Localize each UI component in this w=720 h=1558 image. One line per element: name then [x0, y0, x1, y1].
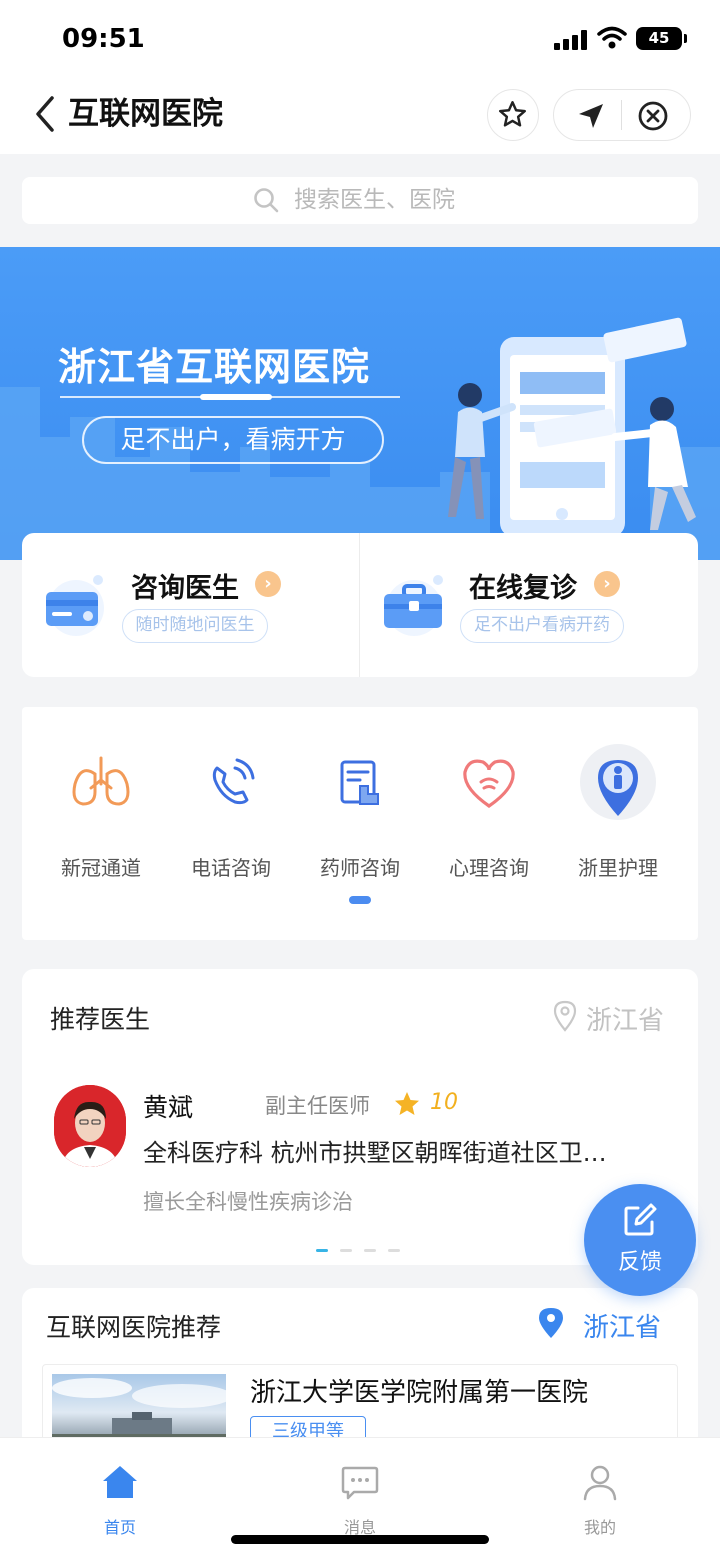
nurse-location-icon: [580, 744, 656, 820]
doctor-score: 10: [430, 1090, 458, 1115]
close-circle-icon[interactable]: [637, 100, 669, 132]
home-icon: [103, 1466, 137, 1498]
quick-entry-label: 浙里护理: [578, 856, 658, 880]
lungs-icon: [72, 756, 130, 806]
tab-messages[interactable]: 消息: [300, 1462, 420, 1538]
carousel-dots: [316, 1237, 412, 1256]
hospital-name: 浙江大学医学院附属第一医院: [250, 1378, 589, 1408]
doctor-name: 黄斌: [143, 1093, 194, 1122]
home-indicator: [231, 1535, 489, 1544]
capsule-divider: [621, 100, 622, 130]
search-placeholder: 搜索医生、医院: [294, 187, 455, 213]
hospital-recommend-heading: 互联网医院推荐: [46, 1313, 222, 1342]
recommend-doctor-location[interactable]: 浙江省: [586, 1000, 664, 1037]
favorite-button[interactable]: [487, 89, 539, 141]
feedback-button[interactable]: [584, 1184, 696, 1296]
star-icon: [395, 1092, 419, 1115]
tab-label: 我的: [583, 1518, 616, 1537]
online-revisit-subtitle: 足不出户看病开药: [460, 609, 624, 643]
edit-icon: [624, 1203, 657, 1236]
tab-profile[interactable]: 我的: [540, 1462, 660, 1538]
consult-doctor-title: 咨询医生: [131, 573, 239, 604]
pharmacist-icon: [340, 760, 379, 805]
banner-title: 浙江省互联网医院: [58, 345, 371, 389]
feedback-label: 反馈: [617, 1250, 662, 1275]
quick-entry-label: 新冠通道: [61, 856, 141, 880]
location-arrow-icon[interactable]: [575, 100, 607, 132]
pager-indicator: [349, 896, 371, 904]
doctor-specialty: 擅长全科慢性疾病诊治: [143, 1190, 353, 1214]
star-outline-icon: [499, 101, 526, 127]
banner-slogan: 足不出户，看病开方: [82, 416, 384, 464]
tab-home[interactable]: 首页: [60, 1462, 180, 1538]
consult-doctor-subtitle: 随时随地问医生: [122, 609, 268, 643]
doctor-department: 全科医疗科 杭州市拱墅区朝晖街道社区卫…: [143, 1139, 607, 1167]
quick-entry-label: 电话咨询: [191, 856, 271, 880]
battery-indicator: 45: [636, 27, 687, 50]
tab-label: 首页: [103, 1518, 136, 1537]
recommend-doctor-heading: 推荐医生: [50, 1005, 151, 1034]
quick-entry-psychology[interactable]: 心理咨询: [424, 744, 554, 881]
online-revisit-title: 在线复诊: [469, 573, 577, 604]
banner-illustration: [0, 317, 720, 560]
doctor-title: 副主任医师: [265, 1094, 370, 1118]
doctor-avatar: [54, 1085, 126, 1167]
id-card-icon: [46, 575, 104, 636]
quick-entry-label: 心理咨询: [449, 856, 529, 880]
status-time: 09:51: [62, 24, 145, 54]
quick-entry-nursing[interactable]: 浙里护理: [553, 744, 683, 881]
wifi-icon: [597, 26, 627, 49]
medical-kit-icon: [384, 575, 443, 636]
quick-entry-phone[interactable]: 电话咨询: [166, 744, 296, 881]
banner[interactable]: [0, 247, 720, 560]
quick-entry-pharmacist[interactable]: 药师咨询: [295, 744, 425, 881]
miniapp-capsule: [553, 89, 691, 141]
user-icon: [583, 1465, 617, 1501]
location-pin-icon[interactable]: [553, 1000, 577, 1032]
phone-icon: [212, 758, 255, 805]
banner-divider-highlight: [200, 394, 272, 400]
back-icon[interactable]: [30, 94, 60, 134]
signal-icon: [554, 30, 588, 50]
chevron-right-icon: ›: [594, 571, 620, 597]
hospital-recommend-location[interactable]: 浙江省: [583, 1307, 661, 1344]
heart-icon: [463, 759, 515, 808]
chevron-right-icon: ›: [255, 571, 281, 597]
quick-entry-covid[interactable]: 新冠通道: [36, 744, 166, 881]
message-icon: [341, 1466, 379, 1500]
quick-entry-label: 药师咨询: [320, 856, 400, 880]
location-pin-icon[interactable]: [537, 1306, 565, 1340]
search-icon: [254, 188, 279, 213]
page-title: 互联网医院: [68, 96, 223, 132]
hospital-photo: [52, 1374, 226, 1444]
